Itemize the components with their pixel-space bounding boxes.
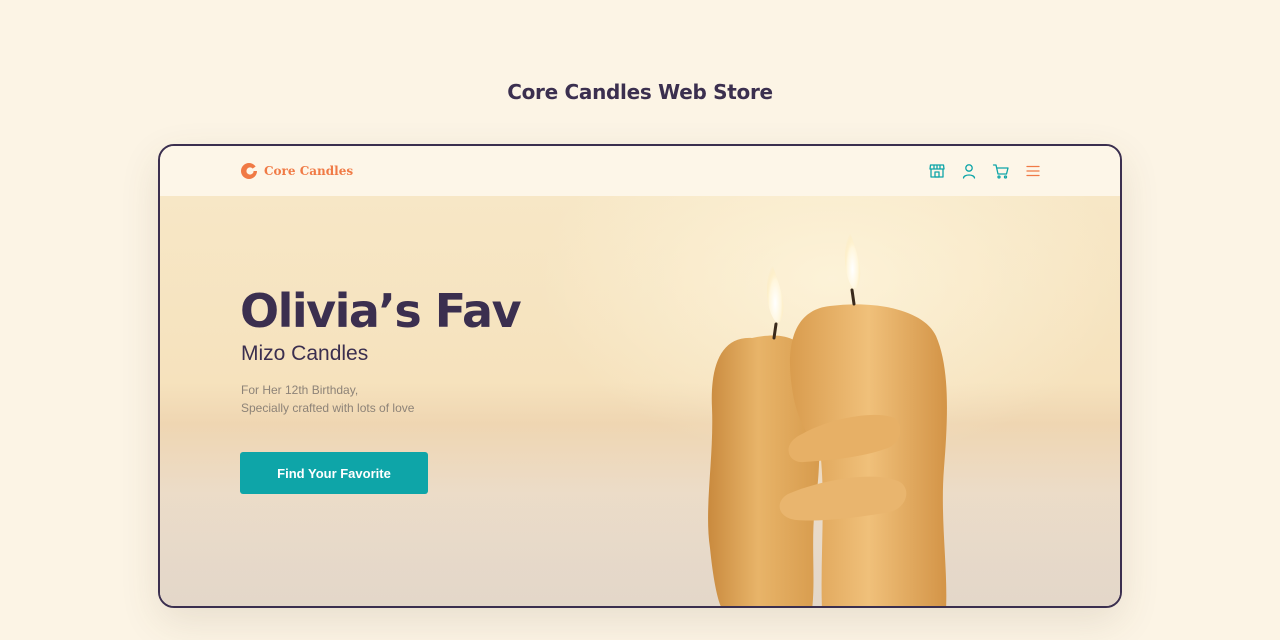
store-icon[interactable]	[928, 162, 946, 180]
hugging-candles-image	[708, 226, 947, 606]
brand-logo[interactable]: Core Candles	[240, 162, 353, 180]
browser-frame: Core Candles Olivia’s Fav Mizo Candles F…	[158, 144, 1122, 608]
hero-description-line: For Her 12th Birthday,	[241, 383, 359, 397]
brand-logo-icon	[241, 163, 258, 179]
nav-icons	[928, 162, 1042, 180]
navbar: Core Candles	[160, 146, 1120, 196]
cart-icon[interactable]	[992, 162, 1010, 180]
hero-description: For Her 12th Birthday, Specially crafted…	[241, 381, 414, 417]
user-icon[interactable]	[960, 162, 978, 180]
hero-description-line: Specially crafted with lots of love	[241, 401, 415, 415]
find-your-favorite-button[interactable]: Find Your Favorite	[240, 452, 428, 494]
brand-name: Core Candles	[264, 164, 354, 178]
hero-subtitle: Mizo Candles	[241, 342, 369, 365]
hero-title: Olivia’s Fav	[240, 284, 522, 338]
page-heading: Core Candles Web Store	[507, 80, 773, 104]
menu-icon[interactable]	[1024, 162, 1042, 180]
hero-section: Olivia’s Fav Mizo Candles For Her 12th B…	[160, 196, 1120, 606]
